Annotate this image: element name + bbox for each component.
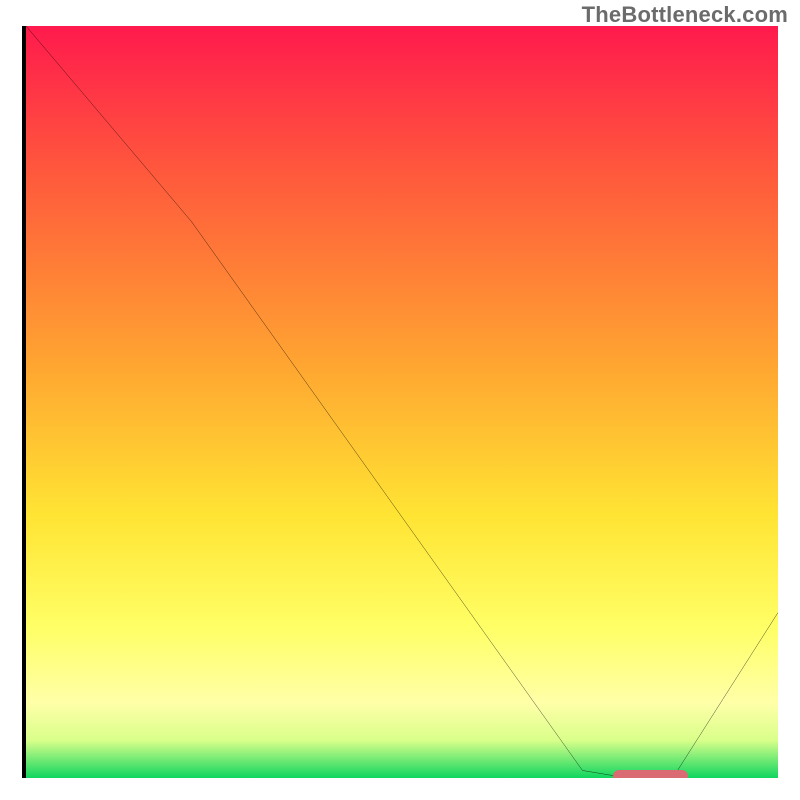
chart-container: TheBottleneck.com <box>0 0 800 800</box>
plot-area <box>26 26 778 778</box>
attribution-label: TheBottleneck.com <box>582 2 788 28</box>
optimal-range-marker <box>613 770 688 778</box>
bottleneck-curve <box>26 26 778 778</box>
